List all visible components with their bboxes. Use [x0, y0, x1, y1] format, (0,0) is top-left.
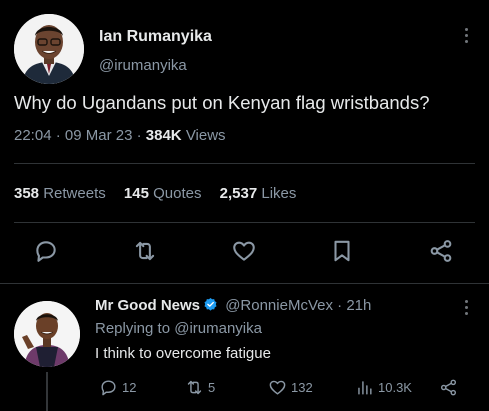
reply-share-button[interactable] [439, 378, 458, 397]
reply-reply-button[interactable]: 12 [99, 378, 136, 397]
tweet-time[interactable]: 22:04 [14, 127, 52, 144]
reply-icon [101, 380, 116, 396]
like-icon [269, 380, 286, 395]
reply-header: Mr Good News @RonnieMcVex · 21h [95, 297, 371, 314]
reply-retweet-button[interactable]: 5 [185, 378, 215, 397]
replying-prefix: Replying to [95, 320, 171, 337]
more-options-icon[interactable] [465, 300, 469, 318]
author-name[interactable]: Ian Rumanyika [99, 28, 212, 46]
author-handle[interactable]: @irumanyika [99, 57, 187, 74]
reply-author-name[interactable]: Mr Good News [95, 297, 200, 314]
retweet-icon [187, 380, 202, 395]
reply-icon[interactable] [33, 238, 61, 266]
reply-tweet[interactable]: Mr Good News @RonnieMcVex · 21h Replying… [0, 284, 489, 411]
reply-author-handle[interactable]: @RonnieMcVex [225, 297, 333, 314]
reply-actions: 12 5 132 10.3K [95, 378, 475, 400]
likes-stat[interactable]: 2,537 Likes [220, 185, 297, 202]
divider [14, 163, 475, 164]
avatar-image [14, 14, 84, 84]
avatar-image [14, 301, 80, 367]
reply-author-avatar[interactable] [14, 301, 80, 367]
share-icon [440, 379, 457, 396]
views-count: 10.3K [378, 380, 412, 395]
separator: · [337, 297, 343, 314]
reply-age[interactable]: 21h [346, 297, 371, 314]
like-icon[interactable] [231, 238, 259, 266]
views-icon [358, 381, 372, 395]
tweet-actions [0, 238, 489, 268]
share-icon[interactable] [428, 238, 456, 266]
replying-to: Replying to @irumanyika [95, 320, 262, 337]
retweet-count: 5 [208, 380, 216, 395]
like-count: 132 [291, 380, 313, 395]
divider [14, 222, 475, 223]
more-options-icon[interactable] [465, 28, 469, 46]
tweet-text: Why do Ugandans put on Kenyan flag wrist… [14, 92, 430, 113]
quotes-stat[interactable]: 145 Quotes [124, 185, 202, 202]
bookmark-icon[interactable] [329, 238, 357, 266]
tweet-stats: 358 Retweets 145 Quotes 2,537 Likes [14, 185, 310, 202]
retweets-stat[interactable]: 358 Retweets [14, 185, 106, 202]
reply-count: 12 [122, 380, 137, 395]
thread-line [46, 372, 48, 411]
reply-like-button[interactable]: 132 [268, 378, 313, 397]
separator: · [136, 127, 142, 144]
retweet-icon[interactable] [132, 238, 160, 266]
verified-badge-icon [204, 297, 217, 311]
tweet-date[interactable]: 09 Mar 23 [65, 127, 133, 144]
reply-text: I think to overcome fatigue [95, 345, 271, 362]
replying-to-handle[interactable]: @irumanyika [174, 320, 262, 337]
views-label: Views [185, 127, 226, 144]
reply-views-button[interactable]: 10.3K [355, 378, 412, 397]
tweet-meta: 22:04 · 09 Mar 23 · 384K Views [14, 127, 226, 144]
separator: · [55, 127, 61, 144]
author-avatar[interactable] [14, 14, 84, 84]
views-count: 384K [145, 127, 182, 144]
